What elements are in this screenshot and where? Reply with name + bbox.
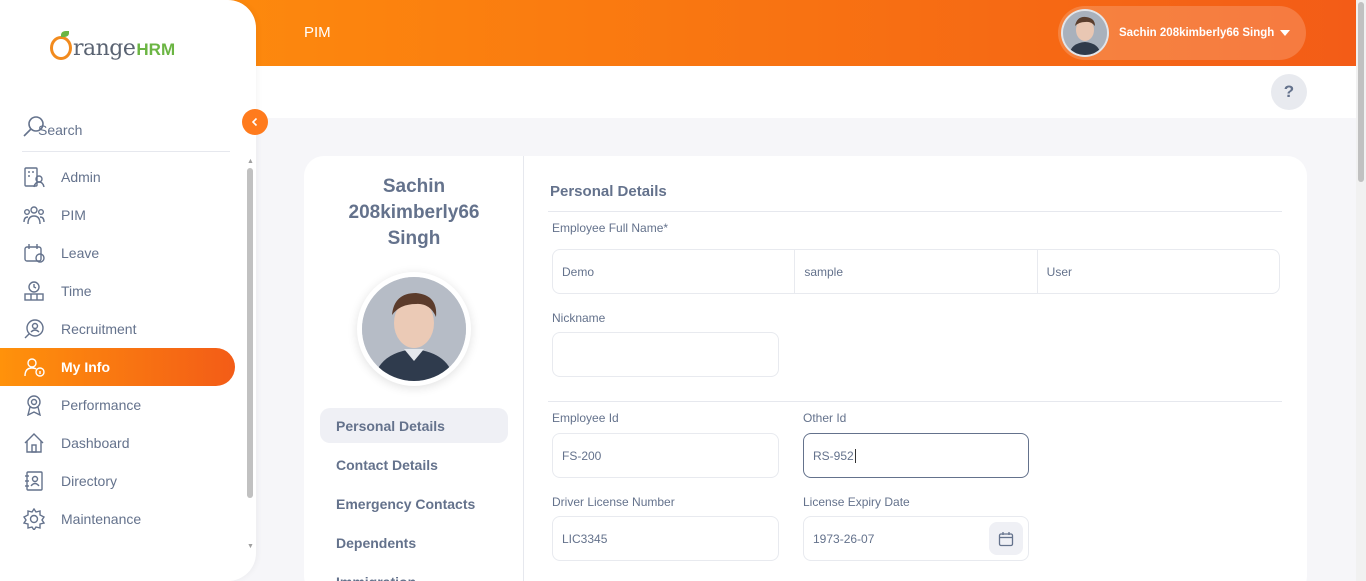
divider <box>548 211 1282 212</box>
chevron-down-icon <box>1280 30 1291 36</box>
sidebar-menu: Admin PIM Leave Time Recruitment My Info… <box>0 158 244 538</box>
nickname-input[interactable] <box>552 332 779 377</box>
employee-id-input[interactable]: FS-200 <box>552 433 779 478</box>
module-title: PIM <box>304 24 331 41</box>
directory-icon <box>22 469 46 493</box>
section-title: Personal Details <box>550 183 667 200</box>
nickname-label: Nickname <box>552 311 606 325</box>
sub-header <box>256 66 1356 118</box>
expiry-date-input[interactable]: 1973-26-07 <box>803 516 1029 561</box>
collapse-sidebar-button[interactable] <box>242 109 268 135</box>
avatar <box>362 277 466 381</box>
help-button[interactable]: ? <box>1271 74 1307 110</box>
sidebar-item-time[interactable]: Time <box>0 272 244 310</box>
logo-text-range: range <box>73 35 136 61</box>
sidebar-item-label: Admin <box>61 169 101 185</box>
user-dropdown[interactable]: Sachin 208kimberly66 Singh <box>1058 6 1306 60</box>
employee-id-label: Employee Id <box>552 411 619 425</box>
tab-dependents[interactable]: Dependents <box>320 525 508 560</box>
scroll-down-icon[interactable]: ▼ <box>247 543 254 550</box>
sidebar-item-admin[interactable]: Admin <box>0 158 244 196</box>
dashboard-icon <box>22 431 46 455</box>
sidebar-item-label: Directory <box>61 473 118 489</box>
sidebar-item-label: Maintenance <box>61 511 142 527</box>
maintenance-icon <box>22 507 46 531</box>
text-cursor <box>854 448 856 463</box>
sidebar-item-label: Time <box>61 283 92 299</box>
other-id-label: Other Id <box>803 411 847 425</box>
first-name-input[interactable]: Demo <box>553 250 796 293</box>
expiry-date-value: 1973-26-07 <box>813 531 875 546</box>
tab-personal-details[interactable]: Personal Details <box>320 408 508 443</box>
profile-tabs: Personal Details Contact Details Emergen… <box>320 408 508 581</box>
middle-name-input[interactable]: sample <box>795 250 1038 293</box>
leave-icon <box>22 241 46 265</box>
search-label: Search <box>38 121 83 138</box>
my-info-icon <box>22 355 46 379</box>
expiry-label: License Expiry Date <box>803 495 910 509</box>
sidebar: range HRM Search Admin PIM Leave Time Re… <box>0 0 256 581</box>
sidebar-search[interactable]: Search <box>22 108 230 152</box>
sidebar-item-directory[interactable]: Directory <box>0 462 244 500</box>
recruitment-icon <box>22 317 46 341</box>
calendar-icon[interactable] <box>989 522 1023 555</box>
tab-immigration[interactable]: Immigration <box>320 564 508 581</box>
orangehrm-logo[interactable]: range HRM <box>50 31 176 64</box>
sidebar-item-leave[interactable]: Leave <box>0 234 244 272</box>
other-id-input[interactable]: RS-952 <box>803 433 1029 478</box>
admin-icon <box>22 165 46 189</box>
employee-photo[interactable] <box>357 272 471 386</box>
page-scrollbar-thumb[interactable] <box>1358 2 1364 182</box>
sidebar-item-label: Leave <box>61 245 100 261</box>
tab-emergency-contacts[interactable]: Emergency Contacts <box>320 486 508 521</box>
tab-contact-details[interactable]: Contact Details <box>320 447 508 482</box>
sidebar-item-pim[interactable]: PIM <box>0 196 244 234</box>
performance-icon <box>22 393 46 417</box>
sidebar-item-label: PIM <box>61 207 86 223</box>
scroll-up-icon[interactable]: ▲ <box>247 158 254 165</box>
last-name-input[interactable]: User <box>1038 250 1279 293</box>
full-name-group: Demo sample User <box>552 249 1280 294</box>
employee-name-line: Singh <box>387 228 441 249</box>
page-scrollbar[interactable] <box>1356 0 1366 581</box>
sidebar-item-performance[interactable]: Performance <box>0 386 244 424</box>
sidebar-item-label: My Info <box>61 359 110 375</box>
user-avatar <box>1061 9 1109 57</box>
sidebar-item-label: Dashboard <box>61 435 130 451</box>
employee-name-line: Sachin <box>382 176 446 197</box>
pim-icon <box>22 203 46 227</box>
orange-logo-icon <box>50 31 72 60</box>
sidebar-item-label: Recruitment <box>61 321 137 337</box>
employee-name: Sachin 208kimberly66 Singh <box>304 174 524 252</box>
profile-pane: Sachin 208kimberly66 Singh Personal Deta… <box>304 156 524 581</box>
full-name-label: Employee Full Name* <box>552 221 669 235</box>
chevron-left-icon <box>251 117 258 127</box>
sidebar-scrollbar[interactable]: ▲ ▼ <box>246 158 254 550</box>
license-input[interactable]: LIC3345 <box>552 516 779 561</box>
logo-text-hrm: HRM <box>136 40 176 59</box>
sidebar-item-label: Performance <box>61 397 142 413</box>
sidebar-item-dashboard[interactable]: Dashboard <box>0 424 244 462</box>
employee-card: Sachin 208kimberly66 Singh Personal Deta… <box>304 156 1307 581</box>
license-label: Driver License Number <box>552 495 675 509</box>
time-icon <box>22 279 46 303</box>
user-name: Sachin 208kimberly66 Singh <box>1119 27 1275 39</box>
sidebar-scrollbar-thumb[interactable] <box>247 168 253 498</box>
divider <box>548 401 1282 402</box>
sidebar-item-maintenance[interactable]: Maintenance <box>0 500 244 538</box>
other-id-value: RS-952 <box>813 448 854 463</box>
employee-name-line: 208kimberly66 <box>348 202 480 223</box>
sidebar-item-my-info[interactable]: My Info <box>0 348 235 386</box>
sidebar-item-recruitment[interactable]: Recruitment <box>0 310 244 348</box>
